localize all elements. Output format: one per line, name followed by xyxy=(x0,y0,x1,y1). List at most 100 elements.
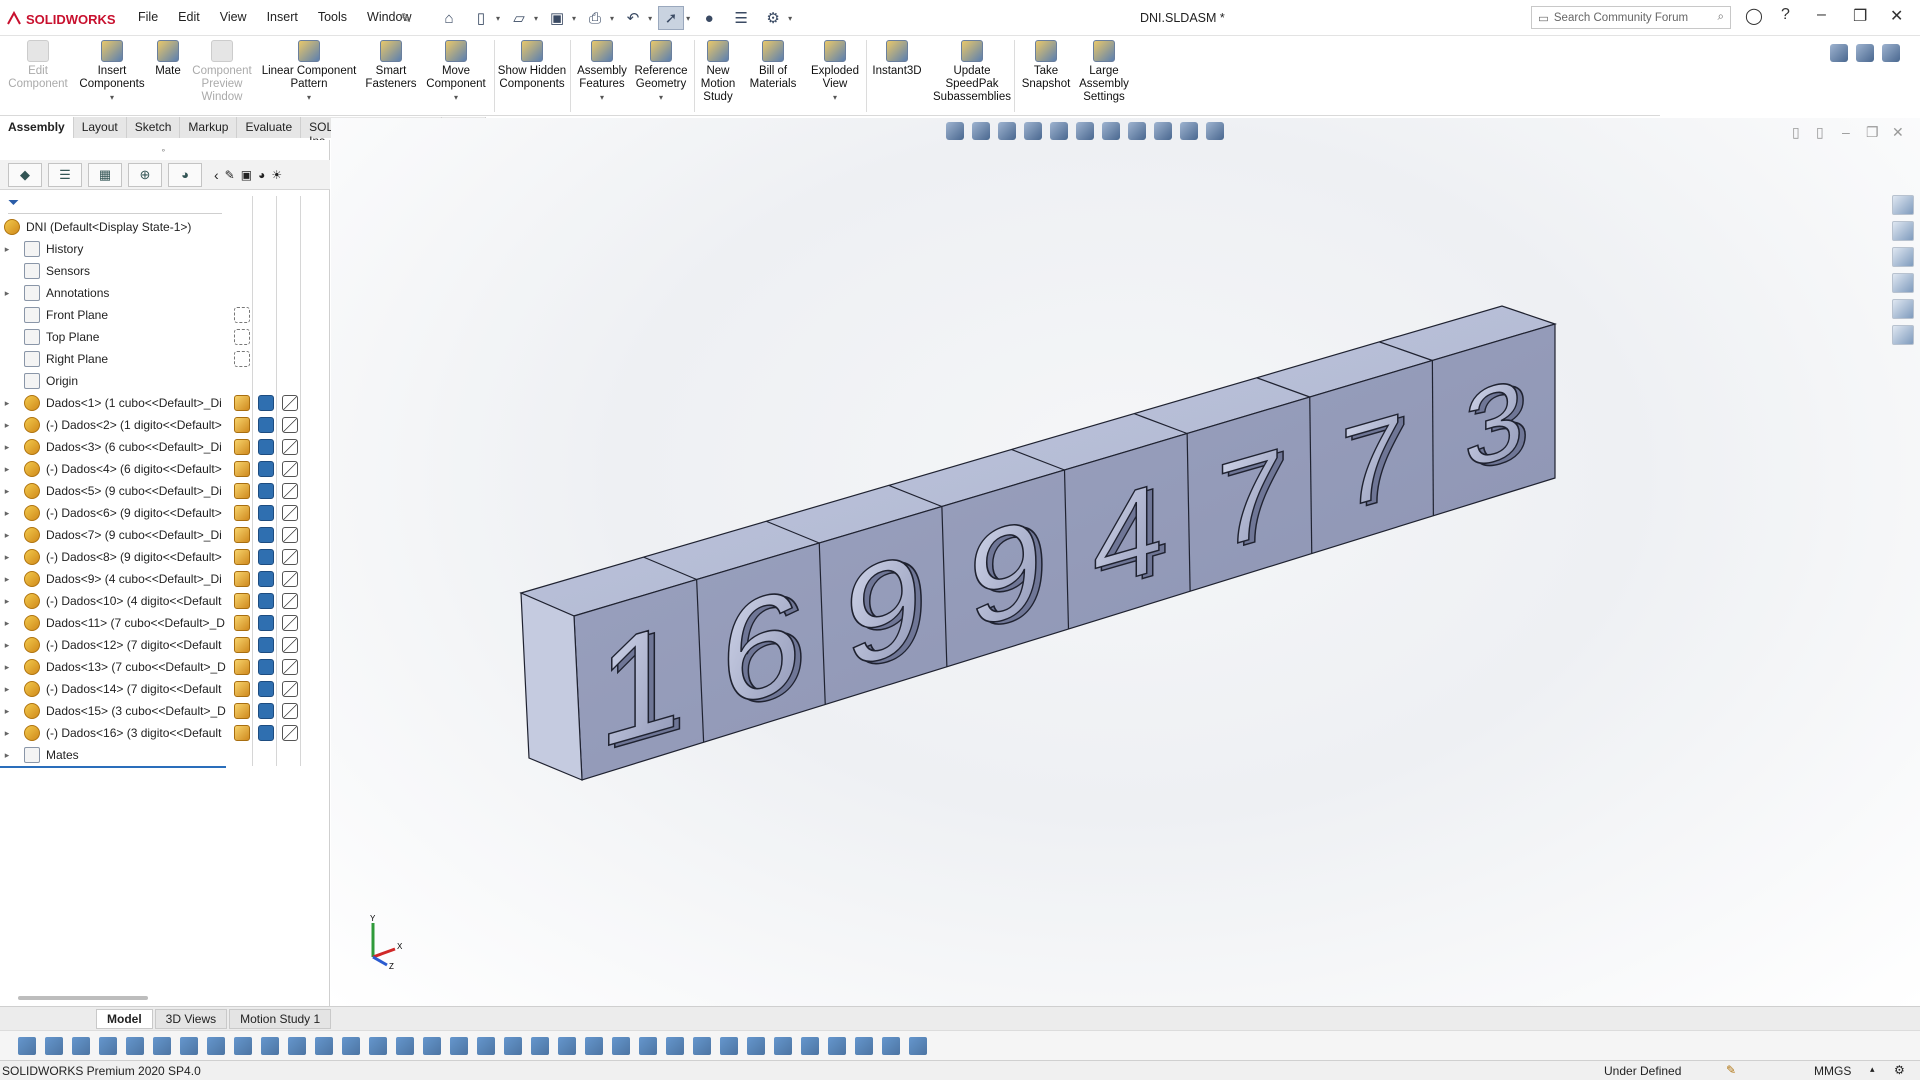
expand-arrow-icon[interactable]: ▸ xyxy=(0,398,14,409)
tree-item[interactable]: Front Plane xyxy=(0,304,226,326)
solidworks-logo[interactable]: SOLIDWORKS xyxy=(6,9,116,29)
digit-3[interactable]: 99 xyxy=(844,520,928,702)
reference-geometry-button[interactable]: Reference Geometry ▾ xyxy=(629,40,693,104)
plane-tool-icon[interactable] xyxy=(207,1036,225,1055)
appearances-scenes-icon[interactable] xyxy=(1892,299,1914,319)
search-community-forum[interactable]: ▭ Search Community Forum ⌕ xyxy=(1531,6,1731,29)
sketch-tool-icon[interactable] xyxy=(369,1036,387,1055)
smart-fasteners-button[interactable]: Smart Fasteners xyxy=(355,40,427,91)
graphics-area[interactable]: 1166999944777733 Y X Z xyxy=(331,118,1920,1006)
target-icon[interactable] xyxy=(450,1036,468,1055)
dimxpert-tab-icon[interactable]: ⊕ xyxy=(128,162,162,187)
file-explorer-icon[interactable] xyxy=(1892,247,1914,267)
component-state-icon[interactable] xyxy=(258,395,274,411)
solidworks-resources-icon[interactable] xyxy=(1892,195,1914,215)
ball-icon[interactable] xyxy=(774,1036,792,1055)
tree-item[interactable]: ▸ (-) Dados<2> (1 digito<<Default> xyxy=(0,414,226,436)
mate-reference-icon[interactable] xyxy=(234,483,250,499)
tree-item[interactable]: ▸ Mates xyxy=(0,744,226,766)
menu-file[interactable]: File xyxy=(136,8,160,26)
open-folder-icon[interactable]: ▱ xyxy=(506,6,532,30)
extend-icon[interactable] xyxy=(882,1036,900,1055)
panel-grip-icon[interactable]: ⚬ xyxy=(160,146,167,155)
layout-icon[interactable] xyxy=(1882,44,1900,62)
tree-item[interactable]: ▸ Dados<3> (6 cubo<<Default>_Di xyxy=(0,436,226,458)
sketch-icon[interactable] xyxy=(282,395,298,411)
expand-arrow-icon[interactable]: ▸ xyxy=(0,552,14,563)
display-manager-tab-icon[interactable]: ◕ xyxy=(168,162,202,187)
take-snapshot-button[interactable]: Take Snapshot xyxy=(1016,40,1076,91)
component-state-icon[interactable] xyxy=(258,527,274,543)
dropdown-caret-icon[interactable]: ▾ xyxy=(307,91,311,104)
measure-icon[interactable] xyxy=(423,1036,441,1055)
expand-arrow-icon[interactable]: ▸ xyxy=(0,574,14,585)
filter-edges-icon[interactable] xyxy=(72,1036,90,1055)
annotation-tool-icon[interactable] xyxy=(585,1036,603,1055)
chart-icon[interactable] xyxy=(693,1036,711,1055)
sketch-icon[interactable] xyxy=(282,593,298,609)
sketch-icon[interactable] xyxy=(282,483,298,499)
show-hidden-components-button[interactable]: Show Hidden Components xyxy=(494,40,570,91)
expand-arrow-icon[interactable]: ▸ xyxy=(0,420,14,431)
mate-reference-icon[interactable] xyxy=(234,681,250,697)
camera-icon[interactable] xyxy=(1830,44,1848,62)
digit-5[interactable]: 44 xyxy=(1092,454,1170,620)
tree-item[interactable]: ▸ Dados<15> (3 cubo<<Default>_D xyxy=(0,700,226,722)
insert-components-button[interactable]: Insert Components ▾ xyxy=(73,40,151,104)
select-icon[interactable] xyxy=(99,1036,117,1055)
zoom-to-fit-icon[interactable] xyxy=(946,122,964,140)
tree-item[interactable]: Right Plane xyxy=(0,348,226,370)
bottom-tab-3d-views[interactable]: 3D Views xyxy=(154,1008,228,1029)
component-state-icon[interactable] xyxy=(258,505,274,521)
sketch-icon[interactable] xyxy=(282,659,298,675)
digit-1[interactable]: 11 xyxy=(597,588,688,785)
mate-reference-icon[interactable] xyxy=(234,439,250,455)
edit-appearance-icon[interactable] xyxy=(1154,122,1172,140)
mate-reference-icon[interactable] xyxy=(234,725,250,741)
restore-window-icon[interactable]: ❐ xyxy=(1853,6,1867,26)
tree-item[interactable]: ▸ Dados<7> (9 cubo<<Default>_Di xyxy=(0,524,226,546)
tree-item[interactable]: ▸ Dados<1> (1 cubo<<Default>_Di xyxy=(0,392,226,414)
menu-view[interactable]: View xyxy=(218,8,249,26)
view-orientation-icon[interactable] xyxy=(1076,122,1094,140)
expand-arrow-icon[interactable]: ▸ xyxy=(0,706,14,717)
apply-scene-icon[interactable] xyxy=(1180,122,1198,140)
check-icon[interactable] xyxy=(531,1036,549,1055)
curve-icon[interactable] xyxy=(666,1036,684,1055)
more-icon[interactable] xyxy=(909,1036,927,1055)
dropdown-caret-icon[interactable]: ▾ xyxy=(659,91,663,104)
feature-icon[interactable] xyxy=(477,1036,495,1055)
pattern-icon[interactable] xyxy=(315,1036,333,1055)
sketch-icon[interactable] xyxy=(282,505,298,521)
component-state-icon[interactable] xyxy=(258,417,274,433)
configuration-manager-tab-icon[interactable]: ▦ xyxy=(88,162,122,187)
sketch-icon[interactable] xyxy=(282,725,298,741)
dropdown-caret-icon[interactable]: ▾ xyxy=(600,91,604,104)
tree-item[interactable]: ▸ History xyxy=(0,238,226,260)
assembly-model[interactable]: 11 66 99 99 44 77 77 33 xyxy=(331,118,1920,1006)
tree-item[interactable]: ▸ Dados<11> (7 cubo<<Default>_D xyxy=(0,612,226,634)
sketch-icon[interactable] xyxy=(282,439,298,455)
arrow-tool-icon[interactable] xyxy=(801,1036,819,1055)
fastener-icon[interactable] xyxy=(747,1036,765,1055)
plane-visibility-icon[interactable] xyxy=(234,351,250,367)
mate-reference-icon[interactable] xyxy=(234,615,250,631)
move-component-button[interactable]: Move Component ▾ xyxy=(419,40,493,104)
expand-arrow-icon[interactable]: ▸ xyxy=(0,596,14,607)
mate-reference-icon[interactable] xyxy=(234,593,250,609)
file-properties-icon[interactable]: ☰ xyxy=(728,6,754,30)
viewport-restore-icon[interactable]: ❐ xyxy=(1866,124,1879,141)
tree-item[interactable]: Top Plane xyxy=(0,326,226,348)
bottom-tab-motion-study-1[interactable]: Motion Study 1 xyxy=(229,1008,332,1029)
sketch-icon[interactable] xyxy=(282,681,298,697)
close-window-icon[interactable]: ✕ xyxy=(1890,6,1903,26)
tree-item[interactable]: ▸ (-) Dados<6> (9 digito<<Default> xyxy=(0,502,226,524)
sketch-icon[interactable] xyxy=(282,615,298,631)
weld-icon[interactable] xyxy=(639,1036,657,1055)
box-tool-icon[interactable] xyxy=(261,1036,279,1055)
view-palette-icon[interactable] xyxy=(1892,273,1914,293)
component-state-icon[interactable] xyxy=(258,549,274,565)
line-tool-icon[interactable] xyxy=(288,1036,306,1055)
search-icon[interactable]: ⌕ xyxy=(1718,11,1724,24)
tree-item[interactable]: Sensors xyxy=(0,260,226,282)
